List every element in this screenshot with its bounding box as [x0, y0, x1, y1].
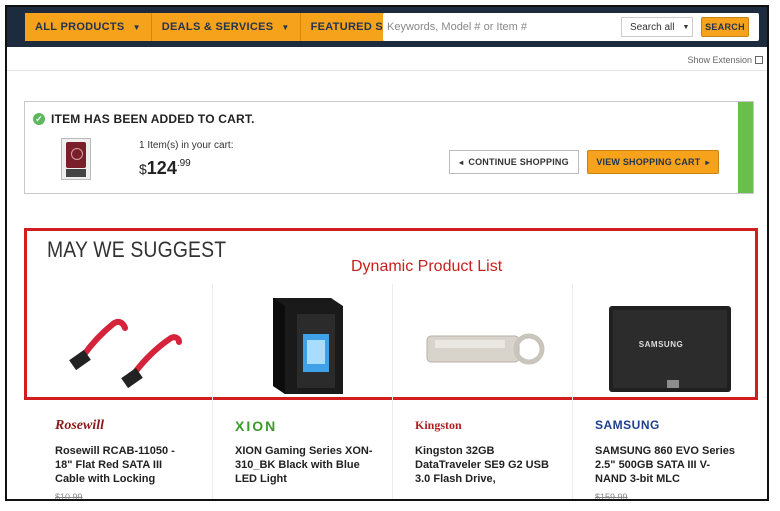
suggested-product-list: Rosewill Rosewill RCAB-11050 - 18" Flat …	[33, 284, 753, 501]
extension-bar: Show Extension	[7, 47, 767, 71]
search-scope-select[interactable]: Search all ▼	[621, 17, 693, 37]
brand-logo-samsung: SAMSUNG	[595, 418, 660, 432]
product-name[interactable]: SAMSUNG 860 EVO Series 2.5" 500GB SATA I…	[595, 444, 735, 486]
price-symbol: $	[139, 161, 147, 177]
cart-title-text: ITEM HAS BEEN ADDED TO CART.	[51, 112, 255, 126]
search-scope-label: Search all	[630, 21, 675, 33]
continue-shopping-button[interactable]: ◂ CONTINUE SHOPPING	[449, 150, 579, 174]
suggest-heading: MAY WE SUGGEST	[47, 237, 227, 262]
chevron-down-icon: ▼	[682, 23, 690, 31]
view-cart-label: VIEW SHOPPING CART	[596, 157, 701, 167]
screenshot-frame: ALL PRODUCTS ▼ DEALS & SERVICES ▼ FEATURED…	[5, 5, 769, 501]
pc-case-image	[273, 298, 343, 394]
nav-deals-services-label: DEALS & SERVICES	[161, 21, 274, 33]
show-extension-link[interactable]: Show Extension	[687, 55, 763, 65]
product-name[interactable]: Kingston 32GB DataTraveler SE9 G2 USB 3.…	[415, 444, 555, 486]
cart-title: ✓ ITEM HAS BEEN ADDED TO CART.	[33, 112, 255, 126]
hard-drive-image	[66, 142, 86, 168]
nav-all-products-label: ALL PRODUCTS	[35, 21, 125, 33]
cart-price: $124.99	[139, 158, 191, 179]
checkmark-icon: ✓	[33, 113, 45, 125]
hard-drive-base	[66, 169, 86, 177]
chevron-right-icon: ▸	[705, 157, 710, 167]
search-button[interactable]: SEARCH	[701, 17, 749, 37]
view-cart-button[interactable]: VIEW SHOPPING CART ▸	[587, 150, 719, 174]
nav-deals-services-button[interactable]: DEALS & SERVICES ▼	[151, 13, 301, 41]
search-input[interactable]	[387, 17, 607, 37]
annotation-label: Dynamic Product List	[351, 258, 503, 275]
cart-product-thumbnail[interactable]	[61, 138, 91, 180]
external-window-icon	[755, 56, 763, 64]
chevron-left-icon: ◂	[459, 157, 464, 167]
product-card[interactable]: Kingston Kingston 32GB DataTraveler SE9 …	[393, 284, 573, 499]
product-card[interactable]: SAMSUNG SAMSUNG SAMSUNG 860 EVO Series 2…	[573, 284, 753, 501]
product-card[interactable]: XION XION Gaming Series XON-310_BK Black…	[213, 284, 393, 499]
brand-logo-kingston: Kingston	[415, 418, 462, 432]
product-old-price: $159.99	[595, 492, 628, 501]
price-cents: .99	[176, 158, 191, 169]
product-name[interactable]: XION Gaming Series XON-310_BK Black with…	[235, 444, 375, 486]
product-name[interactable]: Rosewill RCAB-11050 - 18" Flat Red SATA …	[55, 444, 195, 486]
price-whole: 124	[146, 158, 177, 178]
ssd-brand-text: SAMSUNG	[638, 340, 684, 349]
top-navigation: ALL PRODUCTS ▼ DEALS & SERVICES ▼ FEATURED…	[7, 7, 767, 47]
continue-shopping-label: CONTINUE SHOPPING	[468, 157, 569, 167]
show-extension-label: Show Extension	[687, 55, 752, 65]
product-old-price: $10.99	[55, 492, 83, 501]
brand-logo-xion: XION	[235, 418, 278, 434]
sata-cable-image	[69, 318, 182, 389]
search-bar: Search all ▼ SEARCH	[383, 13, 759, 41]
success-stripe	[738, 102, 753, 193]
product-card[interactable]: Rosewill Rosewill RCAB-11050 - 18" Flat …	[33, 284, 213, 501]
usb-flash-drive-image	[426, 333, 545, 365]
cart-confirmation-panel: ✓ ITEM HAS BEEN ADDED TO CART. 1 Item(s)…	[24, 101, 754, 194]
cart-items-count: 1 Item(s) in your cart:	[139, 140, 234, 151]
chevron-down-icon: ▼	[132, 22, 141, 32]
chevron-down-icon: ▼	[281, 22, 290, 32]
brand-logo-rosewill: Rosewill	[55, 418, 105, 433]
nav-all-products-button[interactable]: ALL PRODUCTS ▼	[25, 13, 152, 41]
